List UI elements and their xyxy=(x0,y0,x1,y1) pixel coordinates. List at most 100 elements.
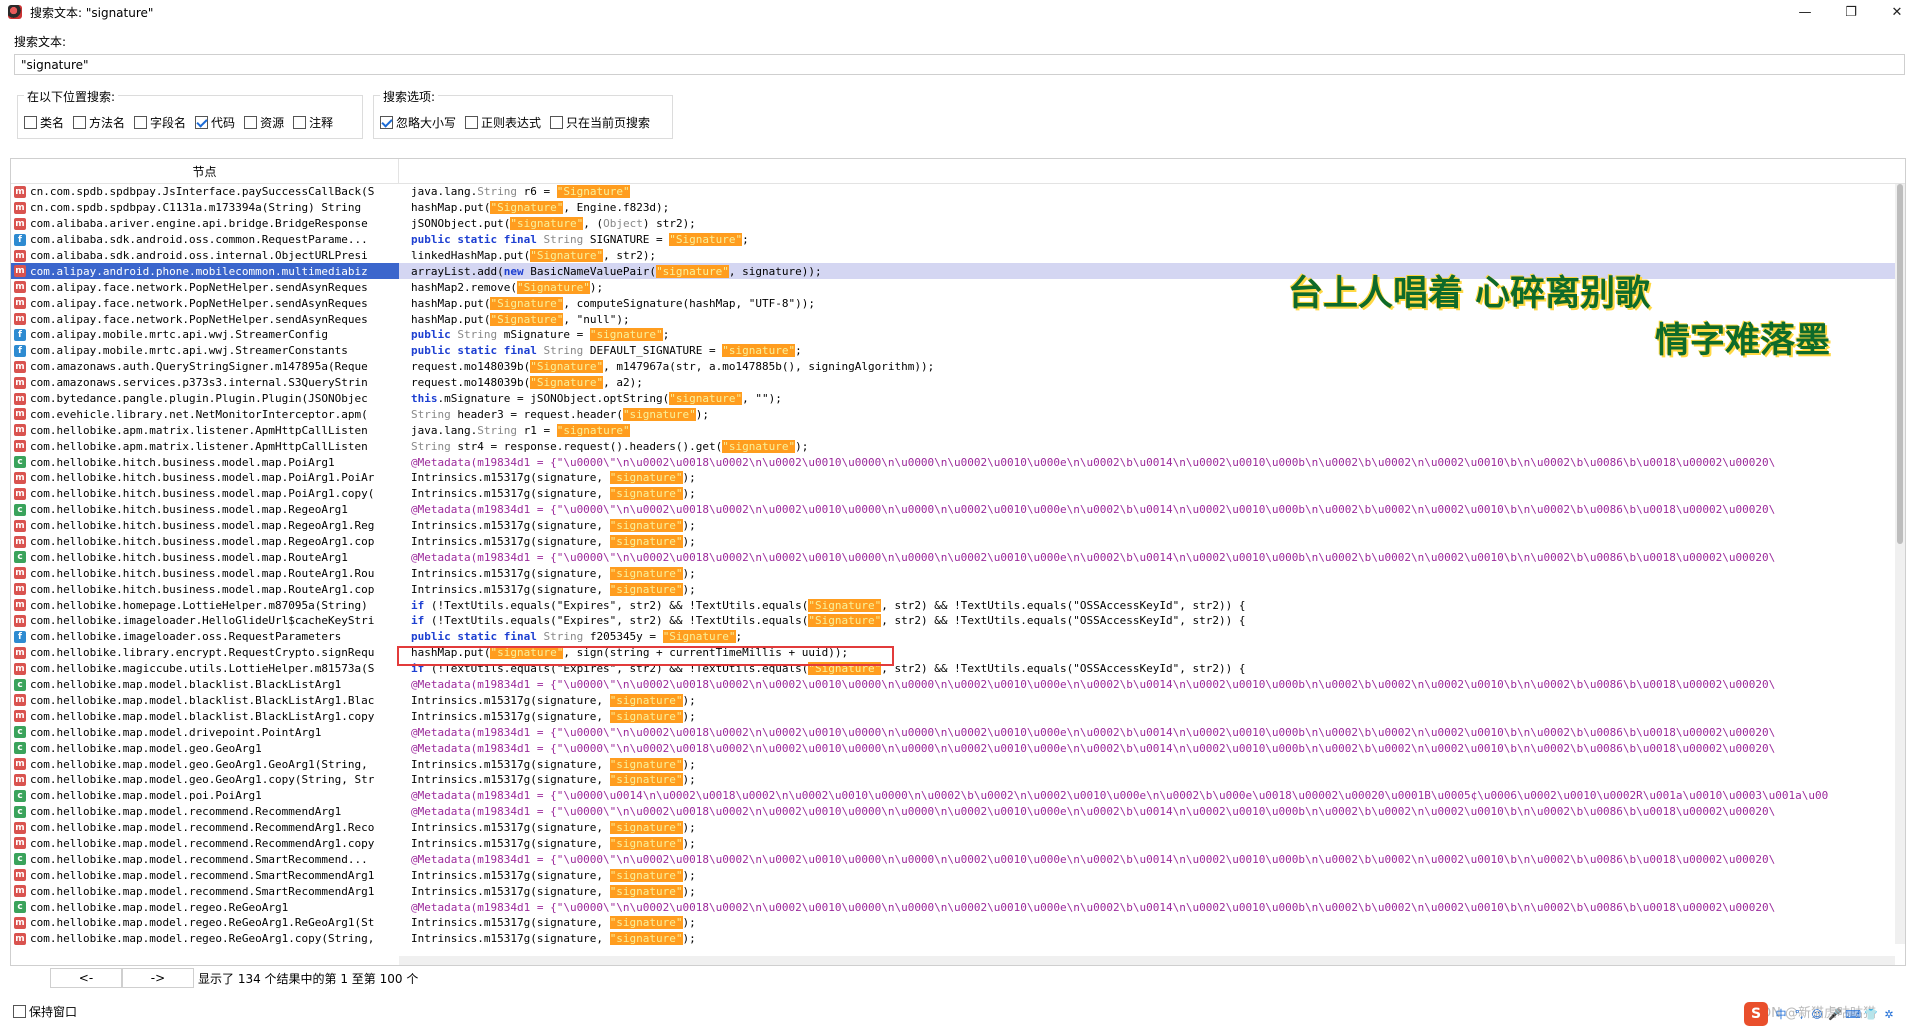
result-row[interactable]: m com.hellobike.apm.matrix.listener.ApmHt… xyxy=(11,438,1905,454)
result-node-cell[interactable]: f com.alipay.mobile.mrtc.api.wwj.Streamer… xyxy=(11,343,399,359)
result-code-cell[interactable]: @Metadata(m19834d1 = {"\u0000\"\n\u0002\… xyxy=(399,456,1905,469)
result-row[interactable]: c com.hellobike.map.model.blacklist.Black… xyxy=(11,677,1905,693)
result-code-cell[interactable]: Intrinsics.m15317g(signature, "signature… xyxy=(399,693,1905,707)
prev-page-button[interactable]: <- xyxy=(50,968,122,988)
horizontal-scrollbar[interactable] xyxy=(399,956,1895,965)
result-row[interactable]: m com.hellobike.magiccube.utils.LottieHel… xyxy=(11,661,1905,677)
result-node-cell[interactable]: m com.hellobike.apm.matrix.listener.ApmHt… xyxy=(11,438,399,454)
search-in-box[interactable] xyxy=(293,115,307,129)
result-node-cell[interactable]: m com.alipay.android.phone.mobilecommon.m… xyxy=(11,263,399,280)
column-header-code[interactable] xyxy=(399,159,1905,184)
result-code-cell[interactable]: Intrinsics.m15317g(signature, "signature… xyxy=(399,582,1905,596)
sogou-logo-icon[interactable]: S xyxy=(1744,1002,1768,1026)
result-node-cell[interactable]: f com.hellobike.imageloader.oss.RequestPa… xyxy=(11,629,399,645)
result-code-cell[interactable]: hashMap2.remove("Signature"); xyxy=(399,280,1905,294)
result-node-cell[interactable]: m com.hellobike.map.model.regeo.ReGeoArg1… xyxy=(11,931,399,947)
keyboard-icon[interactable]: ⌨ xyxy=(1845,1007,1861,1021)
emoji-icon[interactable]: ☺ xyxy=(1810,1007,1824,1021)
column-header-node[interactable]: 节点 xyxy=(11,159,399,184)
result-code-cell[interactable]: @Metadata(m19834d1 = {"\u0000\u0014\n\u0… xyxy=(399,789,1905,802)
result-row[interactable]: c com.hellobike.map.model.recommend.Recom… xyxy=(11,804,1905,820)
result-row[interactable]: f com.hellobike.imageloader.oss.RequestPa… xyxy=(11,629,1905,645)
result-row[interactable]: m com.amazonaws.services.p373s3.internal.… xyxy=(11,375,1905,391)
result-row[interactable]: f com.alibaba.sdk.android.oss.common.Requ… xyxy=(11,232,1905,248)
result-node-cell[interactable]: m com.hellobike.map.model.recommend.Recom… xyxy=(11,836,399,852)
result-row[interactable]: m com.hellobike.map.model.recommend.Recom… xyxy=(11,820,1905,836)
result-row[interactable]: c com.hellobike.hitch.business.model.map.… xyxy=(11,454,1905,470)
search-option-box[interactable] xyxy=(380,115,393,129)
result-code-cell[interactable]: Intrinsics.m15317g(signature, "signature… xyxy=(399,916,1905,930)
result-code-cell[interactable]: hashMap.put("Signature", Engine.f823d); xyxy=(399,201,1905,215)
close-button[interactable]: ✕ xyxy=(1874,0,1920,24)
result-row[interactable]: m com.hellobike.map.model.blacklist.Black… xyxy=(11,693,1905,709)
result-code-cell[interactable]: @Metadata(m19834d1 = {"\u0000\"\n\u0002\… xyxy=(399,551,1905,564)
result-code-cell[interactable]: java.lang.String r1 = "signature" xyxy=(399,423,1905,437)
result-node-cell[interactable]: c com.hellobike.map.model.regeo.ReGeoArg1 xyxy=(11,899,399,915)
result-code-cell[interactable]: @Metadata(m19834d1 = {"\u0000\"\n\u0002\… xyxy=(399,901,1905,914)
result-code-cell[interactable]: @Metadata(m19834d1 = {"\u0000\"\n\u0002\… xyxy=(399,805,1905,818)
result-code-cell[interactable]: Intrinsics.m15317g(signature, "signature… xyxy=(399,821,1905,835)
result-node-cell[interactable]: m com.hellobike.map.model.recommend.Smart… xyxy=(11,883,399,899)
result-code-cell[interactable]: this.mSignature = jSONObject.optString("… xyxy=(399,392,1905,406)
keep-window-checkbox[interactable]: 保持窗口 xyxy=(13,1003,77,1020)
result-code-cell[interactable]: Intrinsics.m15317g(signature, "signature… xyxy=(399,709,1905,723)
result-code-cell[interactable]: String header3 = request.header("signatu… xyxy=(399,407,1905,421)
result-row[interactable]: m cn.com.spdb.spdbpay.JsInterface.paySucc… xyxy=(11,184,1905,200)
result-row[interactable]: c com.hellobike.hitch.business.model.map.… xyxy=(11,502,1905,518)
result-row[interactable]: m com.hellobike.library.encrypt.RequestCr… xyxy=(11,645,1905,661)
result-row[interactable]: m com.hellobike.apm.matrix.listener.ApmHt… xyxy=(11,422,1905,438)
result-code-cell[interactable]: Intrinsics.m15317g(signature, "signature… xyxy=(399,519,1905,533)
result-node-cell[interactable]: m com.hellobike.magiccube.utils.LottieHel… xyxy=(11,661,399,677)
result-node-cell[interactable]: m com.hellobike.hitch.business.model.map.… xyxy=(11,486,399,502)
result-node-cell[interactable]: m com.hellobike.hitch.business.model.map.… xyxy=(11,534,399,550)
result-code-cell[interactable]: public static final String SIGNATURE = "… xyxy=(399,233,1905,247)
result-row[interactable]: m com.hellobike.map.model.geo.GeoArg1.cop… xyxy=(11,772,1905,788)
result-node-cell[interactable]: c com.hellobike.map.model.drivepoint.Poin… xyxy=(11,724,399,740)
search-option-box[interactable] xyxy=(465,115,479,129)
result-row[interactable]: m com.hellobike.hitch.business.model.map.… xyxy=(11,565,1905,581)
result-code-cell[interactable]: Intrinsics.m15317g(signature, "signature… xyxy=(399,884,1905,898)
minimize-button[interactable]: — xyxy=(1782,0,1828,24)
result-code-cell[interactable]: Intrinsics.m15317g(signature, "signature… xyxy=(399,836,1905,850)
result-row[interactable]: m com.evehicle.library.net.NetMonitorInte… xyxy=(11,406,1905,422)
punctuation-icon[interactable]: °, xyxy=(1792,1007,1806,1021)
result-code-cell[interactable]: Intrinsics.m15317g(signature, "signature… xyxy=(399,566,1905,580)
search-in-checkbox[interactable]: 字段名 xyxy=(134,114,186,131)
result-code-cell[interactable]: @Metadata(m19834d1 = {"\u0000\"\n\u0002\… xyxy=(399,503,1905,516)
result-row[interactable]: m com.bytedance.pangle.plugin.Plugin.Plug… xyxy=(11,391,1905,407)
result-node-cell[interactable]: f com.alibaba.sdk.android.oss.common.Requ… xyxy=(11,232,399,248)
result-row[interactable]: m com.amazonaws.auth.QueryStringSigner.m1… xyxy=(11,359,1905,375)
maximize-button[interactable]: ❐ xyxy=(1828,0,1874,24)
result-node-cell[interactable]: f com.alipay.mobile.mrtc.api.wwj.Streamer… xyxy=(11,327,399,343)
result-node-cell[interactable]: m com.hellobike.hitch.business.model.map.… xyxy=(11,565,399,581)
result-node-cell[interactable]: c com.hellobike.map.model.recommend.Recom… xyxy=(11,804,399,820)
result-row[interactable]: m com.hellobike.map.model.recommend.Smart… xyxy=(11,867,1905,883)
result-row[interactable]: f com.alipay.mobile.mrtc.api.wwj.Streamer… xyxy=(11,343,1905,359)
result-row[interactable]: c com.hellobike.map.model.poi.PoiArg1 @Met… xyxy=(11,788,1905,804)
next-page-button[interactable]: -> xyxy=(122,968,194,988)
result-node-cell[interactable]: m com.evehicle.library.net.NetMonitorInte… xyxy=(11,406,399,422)
result-row[interactable]: m com.hellobike.hitch.business.model.map.… xyxy=(11,518,1905,534)
result-node-cell[interactable]: c com.hellobike.hitch.business.model.map.… xyxy=(11,502,399,518)
search-option-checkbox[interactable]: 正则表达式 xyxy=(465,114,541,131)
result-code-cell[interactable]: hashMap.put("Signature", computeSignatur… xyxy=(399,296,1905,310)
result-code-cell[interactable]: @Metadata(m19834d1 = {"\u0000\"\n\u0002\… xyxy=(399,678,1905,691)
result-code-cell[interactable]: Intrinsics.m15317g(signature, "signature… xyxy=(399,868,1905,882)
result-node-cell[interactable]: m com.hellobike.apm.matrix.listener.ApmHt… xyxy=(11,422,399,438)
result-row[interactable]: c com.hellobike.map.model.regeo.ReGeoArg1… xyxy=(11,899,1905,915)
result-row[interactable]: m com.hellobike.map.model.geo.GeoArg1.Geo… xyxy=(11,756,1905,772)
search-in-box[interactable] xyxy=(73,115,87,129)
result-node-cell[interactable]: c com.hellobike.map.model.recommend.Smart… xyxy=(11,851,399,867)
search-in-box[interactable] xyxy=(24,115,37,129)
result-code-cell[interactable]: Intrinsics.m15317g(signature, "signature… xyxy=(399,535,1905,549)
result-row[interactable]: m com.hellobike.hitch.business.model.map.… xyxy=(11,581,1905,597)
result-row[interactable]: m com.hellobike.map.model.recommend.Recom… xyxy=(11,836,1905,852)
result-node-cell[interactable]: m com.hellobike.map.model.blacklist.Black… xyxy=(11,708,399,724)
result-node-cell[interactable]: m com.hellobike.hitch.business.model.map.… xyxy=(11,470,399,486)
search-in-checkbox[interactable]: 注释 xyxy=(293,114,333,131)
search-input[interactable] xyxy=(14,54,1905,75)
result-row[interactable]: m com.hellobike.map.model.regeo.ReGeoArg1… xyxy=(11,915,1905,931)
settings-icon[interactable]: ✲ xyxy=(1882,1007,1896,1021)
result-code-cell[interactable]: Intrinsics.m15317g(signature, "signature… xyxy=(399,773,1905,787)
result-code-cell[interactable]: Intrinsics.m15317g(signature, "signature… xyxy=(399,757,1905,771)
